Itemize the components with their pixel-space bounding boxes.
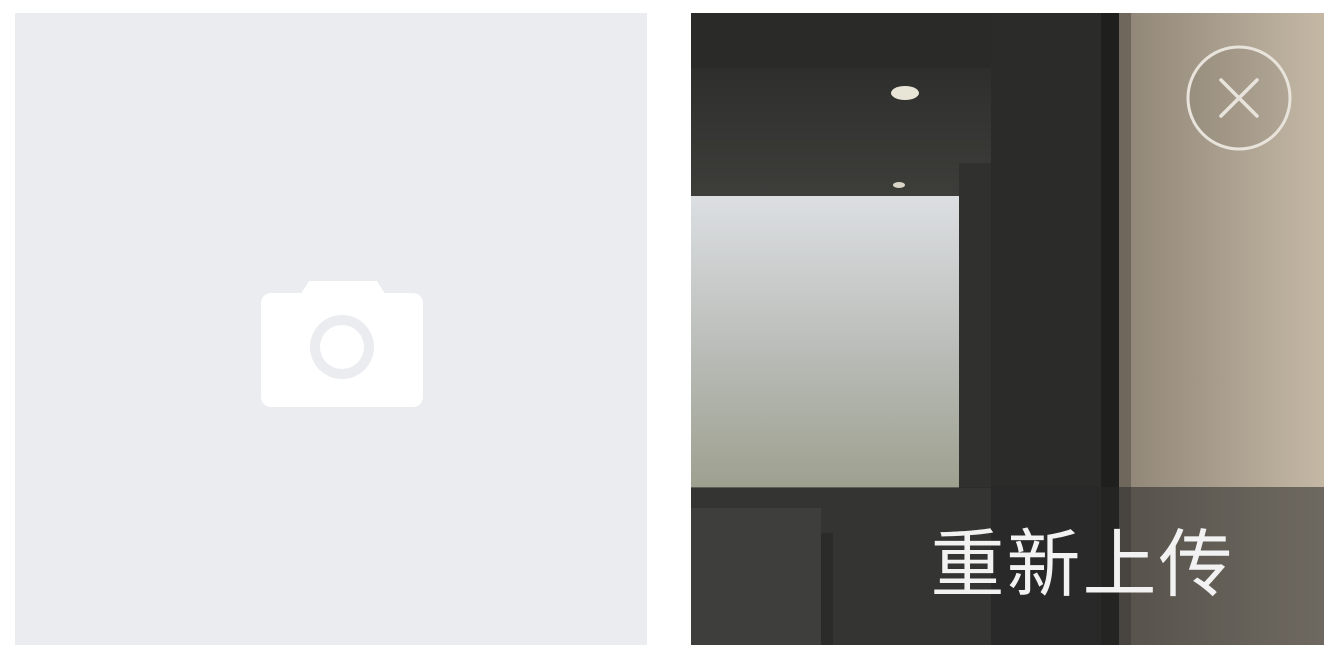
reupload-label: 重新上传: [930, 522, 1235, 608]
remove-photo-button[interactable]: [1185, 44, 1293, 152]
camera-icon: [261, 281, 423, 407]
image-upload-row: 重新上传: [0, 0, 1340, 658]
add-photo-slot[interactable]: [15, 13, 647, 645]
close-circle-icon: [1186, 45, 1292, 151]
reupload-button[interactable]: 重新上传: [691, 487, 1324, 645]
uploaded-photo-slot: 重新上传: [691, 13, 1324, 645]
